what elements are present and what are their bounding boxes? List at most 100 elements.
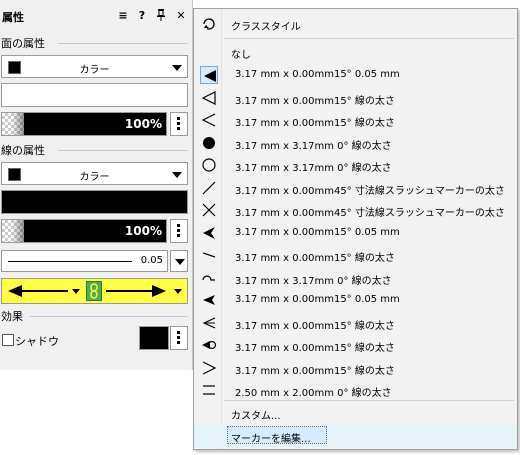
attributes-panel: 属性 ≡ ? ✕ 面の属性 カラー 100% 線の属性 カラー 100% 0.0…: [0, 0, 193, 370]
half-circle-icon: [200, 269, 218, 287]
marker-option-label: 3.17 mm x 3.17mm 0° 線の太さ: [235, 163, 392, 174]
marker-option-label: 3.17 mm x 0.00mm45° 寸法線スラッシュマーカーの太さ: [235, 208, 505, 219]
marker-option[interactable]: 3.17 mm x 0.00mm15° 0.05 mm: [194, 289, 517, 311]
fill-section-label: 面の属性: [1, 37, 45, 50]
menu-item-edit-markers[interactable]: マーカーを編集...: [194, 425, 517, 447]
marker-option-label: 2.50 mm x 2.00mm 0° 線の太さ: [235, 388, 392, 399]
marker-option-label: 3.17 mm x 0.00mm15° 0.05 mm: [235, 226, 400, 238]
menu-item-custom[interactable]: カスタム...: [194, 402, 517, 424]
menu-item-label: カスタム...: [231, 411, 281, 422]
fill-options-button[interactable]: [170, 112, 188, 136]
line-weight-preview: [8, 261, 132, 262]
chevron-down-icon: [172, 172, 182, 178]
open-triangle-arrow-icon: [200, 89, 218, 107]
marker-option-label: 3.17 mm x 0.00mm15° 0.05 mm: [235, 69, 400, 80]
divider: [58, 43, 188, 44]
marker-option-label: 3.17 mm x 0.00mm15° 0.05 mm: [235, 294, 400, 305]
open-barbed-arrow-icon: [200, 314, 218, 332]
fill-opacity-slider[interactable]: 100%: [1, 112, 167, 136]
start-arrow-icon: [8, 285, 68, 297]
menu-item-none[interactable]: なし: [194, 41, 517, 63]
marker-option[interactable]: 3.17 mm x 0.00mm15° 線の太さ: [194, 109, 517, 131]
marker-option[interactable]: 3.17 mm x 0.00mm15° 線の太さ: [194, 334, 517, 356]
barbed-arrow-icon: [200, 224, 218, 242]
shadow-options-button[interactable]: [170, 326, 188, 350]
marker-option[interactable]: 3.17 mm x 3.17mm 0° 線の太さ: [194, 267, 517, 289]
panel-titlebar: 属性 ≡ ? ✕: [0, 6, 192, 26]
more-icon: [177, 117, 180, 132]
marker-option[interactable]: 3.17 mm x 0.00mm45° 寸法線スラッシュマーカーの太さ: [194, 177, 517, 199]
line-options-button[interactable]: [170, 219, 188, 243]
marker-option[interactable]: 3.17 mm x 0.00mm15° 0.05 mm: [194, 64, 517, 86]
filled-arrow-icon: [200, 66, 218, 84]
fill-type-label: カラー: [79, 65, 110, 76]
link-markers-button[interactable]: [86, 281, 102, 301]
line-section-label: 線の属性: [1, 144, 45, 157]
fill-type-dropdown[interactable]: カラー: [1, 55, 188, 78]
panel-title: 属性: [2, 11, 24, 24]
marker-option[interactable]: 3.17 mm x 0.00mm15° 線の太さ: [194, 244, 517, 266]
marker-option-label: 3.17 mm x 3.17mm 0° 線の太さ: [235, 275, 392, 287]
panel-empty-area: [0, 370, 192, 455]
open-arrow-icon: [200, 111, 218, 129]
divider: [30, 316, 188, 317]
marker-option-label: 3.17 mm x 0.00mm15° 線の太さ: [235, 365, 395, 377]
marker-option-label: 3.17 mm x 0.00mm45° 寸法線スラッシュマーカーの太さ: [235, 185, 505, 197]
marker-option-label: 3.17 mm x 3.17mm 0° 線の太さ: [235, 140, 392, 152]
marker-option[interactable]: 3.17 mm x 0.00mm15° 線の太さ: [194, 312, 517, 334]
help-icon[interactable]: ?: [135, 9, 149, 22]
marker-option[interactable]: 3.17 mm x 3.17mm 0° 線の太さ: [194, 154, 517, 176]
line-weight-value: 0.05: [140, 255, 163, 266]
arrowhead-selector: [1, 278, 188, 304]
more-icon: [177, 331, 180, 346]
marker-option-label: 3.17 mm x 0.00mm15° 線の太さ: [235, 253, 395, 264]
pin-icon[interactable]: [154, 9, 168, 24]
menu-item-label: マーカーを編集...: [231, 434, 311, 445]
opacity-gradient: [12, 220, 42, 242]
open-circle-icon: [200, 156, 218, 174]
shadow-label: シャドウ: [15, 335, 59, 348]
marker-option[interactable]: 3.17 mm x 0.00mm15° 0.05 mm: [194, 222, 517, 244]
opacity-gradient: [12, 113, 42, 135]
filled-circle-icon: [200, 134, 218, 152]
shadow-color-swatch[interactable]: [139, 326, 169, 350]
marker-option-label: 3.17 mm x 0.00mm15° 線の太さ: [235, 320, 395, 332]
fill-color-field[interactable]: [1, 83, 188, 107]
cross-icon: [200, 201, 218, 219]
menu-separator: [224, 38, 514, 39]
line-type-dropdown[interactable]: カラー: [1, 162, 188, 185]
line-weight-dropdown-button[interactable]: [170, 250, 188, 272]
effects-section-label: 効果: [1, 310, 23, 323]
menu-separator: [224, 400, 514, 401]
open-arrow-right-icon: [200, 359, 218, 377]
shadow-checkbox[interactable]: [2, 334, 14, 346]
marker-option[interactable]: 3.17 mm x 3.17mm 0° 線の太さ: [194, 132, 517, 154]
chain-link-icon: [90, 283, 98, 299]
line-weight-field[interactable]: 0.05: [1, 250, 168, 272]
line-type-label: カラー: [79, 172, 110, 183]
arrow-circle-icon: [200, 336, 218, 354]
menu-icon[interactable]: ≡: [116, 9, 130, 22]
marker-option-label: 3.17 mm x 0.00mm15° 線の太さ: [235, 95, 395, 107]
marker-option[interactable]: 2.50 mm x 2.00mm 0° 線の太さ: [194, 379, 517, 401]
close-icon[interactable]: ✕: [174, 9, 188, 22]
marker-option[interactable]: 3.17 mm x 0.00mm15° 線の太さ: [194, 357, 517, 379]
line-opacity-slider[interactable]: 100%: [1, 219, 167, 243]
more-icon: [177, 224, 180, 239]
line-color-field[interactable]: [1, 190, 188, 214]
marker-option-label: 3.17 mm x 0.00mm15° 線の太さ: [235, 343, 395, 354]
marker-option[interactable]: 3.17 mm x 0.00mm45° 寸法線スラッシュマーカーの太さ: [194, 199, 517, 221]
menu-item-label: クラススタイル: [231, 22, 301, 33]
marker-option-label: 3.17 mm x 0.00mm15° 線の太さ: [235, 118, 395, 129]
divider: [58, 150, 188, 151]
end-marker-dropdown[interactable]: [104, 279, 188, 303]
marker-option[interactable]: 3.17 mm x 0.00mm15° 線の太さ: [194, 87, 517, 109]
start-marker-dropdown[interactable]: [2, 279, 84, 303]
chevron-down-icon: [172, 65, 182, 71]
marker-dropdown-menu: クラススタイル なし 3.17 mm x 0.00mm15° 0.05 mm 3.…: [193, 8, 518, 450]
fill-opacity-value: 100%: [124, 117, 162, 131]
half-arrow-icon: [200, 246, 218, 264]
menu-item-label: なし: [231, 50, 251, 61]
chevron-down-icon: [72, 289, 80, 294]
menu-item-class-style[interactable]: クラススタイル: [194, 13, 517, 35]
